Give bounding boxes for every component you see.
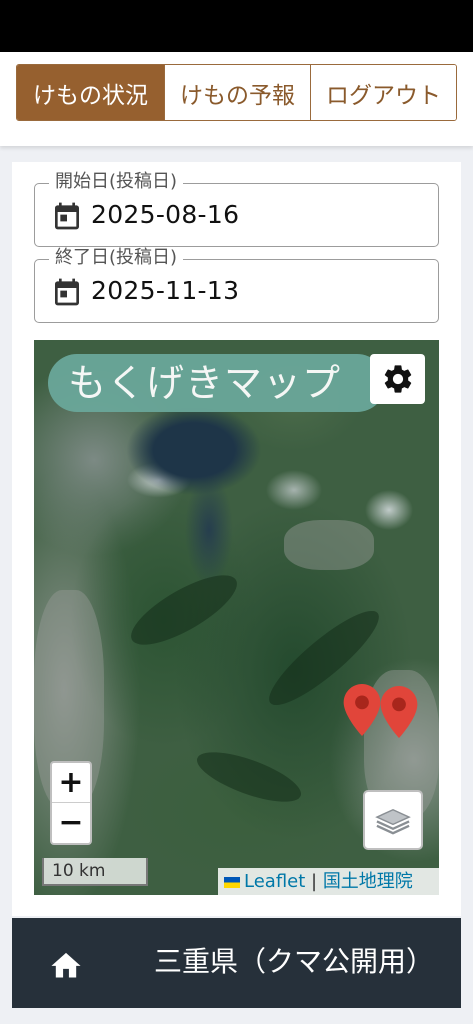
end-date-field[interactable]: 終了日(投稿日) 2025-11-13 <box>34 247 439 323</box>
settings-button[interactable] <box>370 354 425 404</box>
end-date-value: 2025-11-13 <box>91 276 240 305</box>
attribution-separator: | <box>305 871 323 892</box>
map-terrain <box>122 562 246 658</box>
layers-button[interactable] <box>363 790 423 850</box>
main-card: 開始日(投稿日) 2025-08-16 終了日(投稿日) 2025-11-13 … <box>12 162 461 916</box>
start-date-field[interactable]: 開始日(投稿日) 2025-08-16 <box>34 171 439 247</box>
logout-button[interactable]: ログアウト <box>311 65 456 120</box>
tab-kemono-status[interactable]: けもの状況 <box>17 65 165 120</box>
map-title: もくげきマップ <box>68 361 342 405</box>
map-attribution: Leaflet | 国土地理院 <box>218 868 439 895</box>
end-date-label: 終了日(投稿日) <box>49 247 184 269</box>
app-screen: けもの状況 けもの予報 ログアウト 開始日(投稿日) 2025-08-16 終了… <box>0 52 473 1024</box>
home-icon[interactable] <box>48 947 84 979</box>
top-nav: けもの状況 けもの予報 ログアウト <box>0 52 473 146</box>
footer-bar: 三重県（クマ公開用） <box>12 918 461 1008</box>
scale-bar: 10 km <box>42 858 148 886</box>
gsi-link[interactable]: 国土地理院 <box>323 871 413 892</box>
leaflet-link[interactable]: Leaflet <box>244 871 305 892</box>
zoom-control: + − <box>50 761 92 845</box>
zoom-in-button[interactable]: + <box>52 763 90 803</box>
sighting-map[interactable]: もくげきマップ + − 10 km Leaflet | 国土地理院 <box>34 340 439 895</box>
calendar-icon <box>55 278 79 306</box>
gear-icon <box>384 365 411 393</box>
map-marker-icon[interactable] <box>380 686 418 738</box>
layers-icon <box>375 808 411 835</box>
tab-group: けもの状況 けもの予報 ログアウト <box>16 64 457 121</box>
map-title-pill: もくげきマップ <box>48 354 386 412</box>
status-bar <box>0 0 473 52</box>
start-date-label: 開始日(投稿日) <box>49 171 184 193</box>
ukraine-flag-icon <box>224 877 240 888</box>
map-terrain <box>191 742 307 812</box>
prefecture-label: 三重県（クマ公開用） <box>154 945 435 978</box>
map-urban-area <box>284 520 374 570</box>
zoom-out-button[interactable]: − <box>52 803 90 843</box>
calendar-icon <box>55 202 79 230</box>
start-date-value: 2025-08-16 <box>91 200 240 229</box>
map-marker-icon[interactable] <box>343 684 381 736</box>
tab-kemono-forecast[interactable]: けもの予報 <box>165 65 311 120</box>
